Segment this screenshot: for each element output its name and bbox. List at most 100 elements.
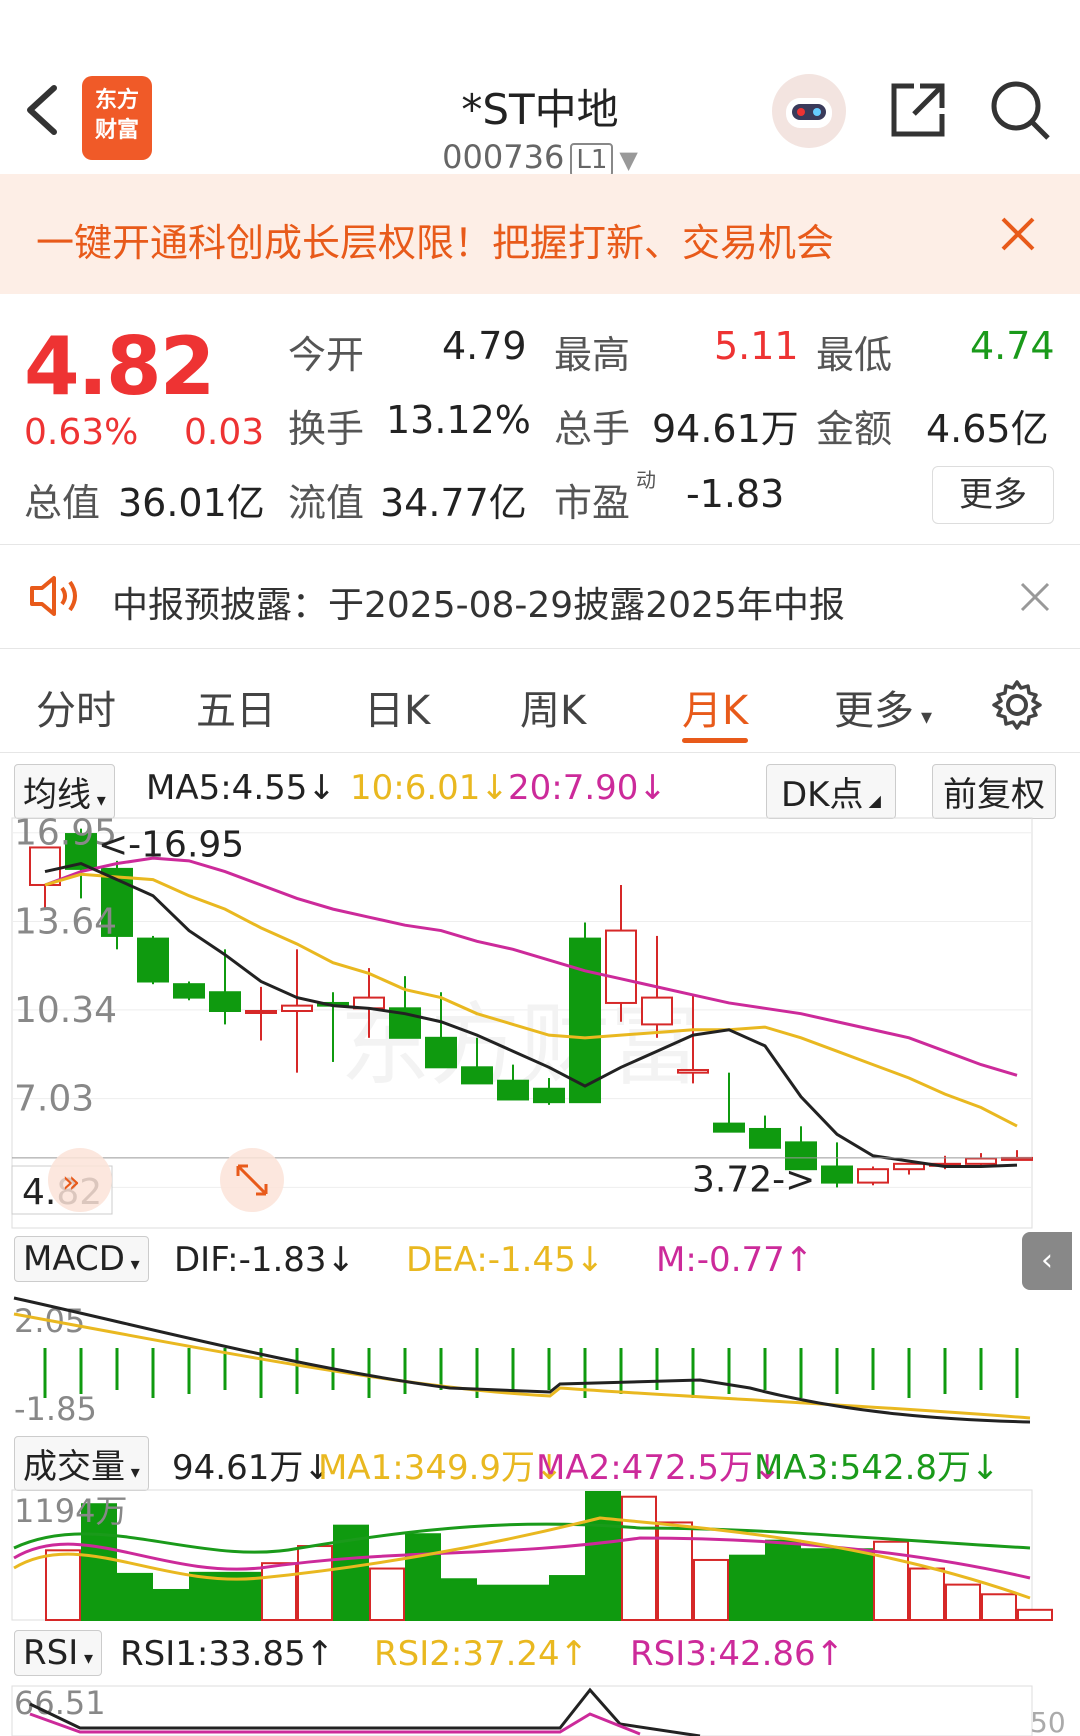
macd-indicator-bar: MACD ▾ DIF:-1.83↓ DEA:-1.45↓ M:-0.77↑ ‹ bbox=[0, 1232, 1080, 1290]
candle-body bbox=[641, 996, 673, 1026]
volume-indicator-bar: 成交量 ▾ 94.61万↓ MA1:349.9万↓ MA2:472.5万↓ MA… bbox=[0, 1432, 1080, 1491]
close-icon[interactable] bbox=[1000, 216, 1036, 252]
promo-text: 一键开通科创成长层权限！把握打新、交易机会 bbox=[36, 221, 835, 265]
volume-chart: 1194万 bbox=[11, 1489, 1053, 1622]
collapse-panel-button[interactable]: ‹ bbox=[1022, 1232, 1072, 1290]
amount-label: 金额 bbox=[816, 407, 893, 451]
caret-down-icon: ▾ bbox=[91, 790, 106, 811]
tab-monthly-k[interactable]: 月K bbox=[682, 678, 748, 736]
candle-body bbox=[497, 1079, 529, 1101]
candle-body bbox=[605, 929, 637, 1004]
y-tick-label: 7.03 bbox=[14, 1079, 94, 1120]
notice-text: 中报预披露：于2025-08-29披露2025年中报 bbox=[112, 585, 845, 626]
more-button[interactable]: 更多 bbox=[932, 466, 1054, 524]
volume-select[interactable]: 成交量 ▾ bbox=[14, 1436, 149, 1491]
float-label: 流值 bbox=[288, 481, 365, 525]
volume-bar bbox=[945, 1583, 981, 1621]
volume-top-label: 1194万 bbox=[14, 1492, 127, 1530]
mcap-value: 36.01亿 bbox=[118, 481, 265, 525]
candle-body bbox=[569, 937, 601, 1104]
rsi-top-label: 66.51 bbox=[14, 1684, 106, 1722]
volume-value: 94.61万 bbox=[652, 407, 799, 451]
close-icon[interactable] bbox=[1020, 582, 1050, 612]
search-icon[interactable] bbox=[988, 78, 1052, 142]
promo-banner[interactable]: 一键开通科创成长层权限！把握打新、交易机会 bbox=[0, 174, 1080, 294]
volume-bar bbox=[765, 1539, 801, 1622]
candle-body bbox=[857, 1168, 889, 1184]
volume-bar bbox=[909, 1567, 945, 1622]
candle-body bbox=[893, 1162, 925, 1171]
volume-bar bbox=[1017, 1608, 1053, 1621]
double-chevron-icon: » bbox=[62, 1165, 80, 1200]
status-bar bbox=[0, 0, 1080, 18]
amount-value: 4.65亿 bbox=[926, 407, 1049, 451]
dif-line bbox=[13, 1296, 1031, 1424]
stock-code[interactable]: 000736 L1 ▼ bbox=[0, 138, 1080, 177]
ma-select[interactable]: 均线 ▾ bbox=[14, 764, 115, 819]
macd-select-label: MACD bbox=[23, 1239, 125, 1279]
pe-value: -1.83 bbox=[686, 472, 785, 516]
candle-body bbox=[677, 1068, 709, 1074]
volume-bar bbox=[261, 1562, 297, 1621]
rsi3-line bbox=[29, 1712, 641, 1736]
volume-bar bbox=[585, 1491, 621, 1621]
turnover-label: 换手 bbox=[288, 407, 365, 451]
rsi2-value: RSI2:37.24↑ bbox=[374, 1634, 589, 1674]
tab-intraday[interactable]: 分时 bbox=[36, 678, 116, 736]
volume-bar bbox=[549, 1575, 585, 1621]
dk-point-button[interactable]: DK点 ◢ bbox=[766, 764, 896, 819]
tab-daily-k[interactable]: 日K bbox=[364, 678, 430, 736]
level-badge: L1 bbox=[570, 143, 614, 177]
chevron-down-icon: ▼ bbox=[619, 146, 638, 174]
vol-value: 94.61万↓ bbox=[172, 1448, 332, 1488]
vol-ma2: MA2:472.5万↓ bbox=[536, 1448, 782, 1488]
change-value: 0.03 bbox=[184, 412, 265, 453]
volume-bar bbox=[621, 1495, 657, 1621]
adjust-button[interactable]: 前复权 bbox=[932, 764, 1056, 819]
corner-icon: ◢ bbox=[863, 791, 881, 810]
rsi-select[interactable]: RSI ▾ bbox=[14, 1630, 102, 1676]
dif-value: DIF:-1.83↓ bbox=[174, 1240, 356, 1280]
volume-bar bbox=[405, 1533, 441, 1621]
volume-bar bbox=[153, 1588, 189, 1621]
candle-body bbox=[461, 1066, 493, 1085]
turnover-value: 13.12% bbox=[386, 398, 531, 442]
high-label: 最高 bbox=[554, 333, 631, 377]
candle-body bbox=[713, 1122, 745, 1133]
caret-down-icon: ▾ bbox=[124, 1254, 140, 1275]
gear-icon[interactable] bbox=[990, 678, 1044, 732]
app-header: 东方 财富 *ST中地 000736 L1 ▼ bbox=[0, 18, 1080, 177]
caret-down-icon: ▾ bbox=[914, 705, 933, 730]
candle-body bbox=[209, 991, 241, 1013]
candle-body bbox=[245, 1010, 277, 1014]
tab-weekly-k[interactable]: 周K bbox=[520, 678, 586, 736]
chevron-left-icon: ‹ bbox=[1041, 1243, 1053, 1278]
m-value: M:-0.77↑ bbox=[656, 1240, 814, 1280]
speaker-icon bbox=[30, 576, 77, 616]
volume-bar bbox=[477, 1584, 513, 1622]
rsi1-value: RSI1:33.85↑ bbox=[120, 1634, 335, 1674]
tab-five-day[interactable]: 五日 bbox=[196, 678, 276, 736]
candle-body bbox=[749, 1127, 781, 1149]
robot-avatar-icon[interactable] bbox=[772, 74, 846, 148]
volume-bar bbox=[441, 1578, 477, 1622]
max-note: <-16.95 bbox=[98, 825, 244, 866]
tab-more-label: 更多 bbox=[834, 688, 914, 734]
low-label: 最低 bbox=[816, 333, 893, 377]
share-icon[interactable] bbox=[888, 80, 948, 140]
volume-bar bbox=[45, 1549, 81, 1621]
volume-bar bbox=[117, 1572, 153, 1621]
open-value: 4.79 bbox=[442, 324, 527, 368]
last-price: 4.82 bbox=[24, 320, 215, 413]
kline-chart[interactable]: 东方财富 16.9513.6410.347.033.72 <-16.95 3.7… bbox=[0, 816, 1080, 1230]
notice-bar[interactable]: 中报预披露：于2025-08-29披露2025年中报 bbox=[0, 546, 1080, 646]
volume-bar bbox=[513, 1584, 549, 1622]
volume-bar bbox=[801, 1548, 837, 1621]
low-value: 4.74 bbox=[970, 324, 1055, 368]
candle-body bbox=[425, 1036, 457, 1069]
caret-down-icon: ▾ bbox=[125, 1462, 140, 1483]
ma-indicator-bar: 均线 ▾ MA5:4.55↓ 10:6.01↓ 20:7.90↓ DK点 ◢ 前… bbox=[0, 760, 1080, 819]
volume-bar bbox=[729, 1554, 765, 1621]
tab-more[interactable]: 更多 ▾ bbox=[834, 678, 932, 736]
macd-select[interactable]: MACD ▾ bbox=[14, 1236, 149, 1282]
